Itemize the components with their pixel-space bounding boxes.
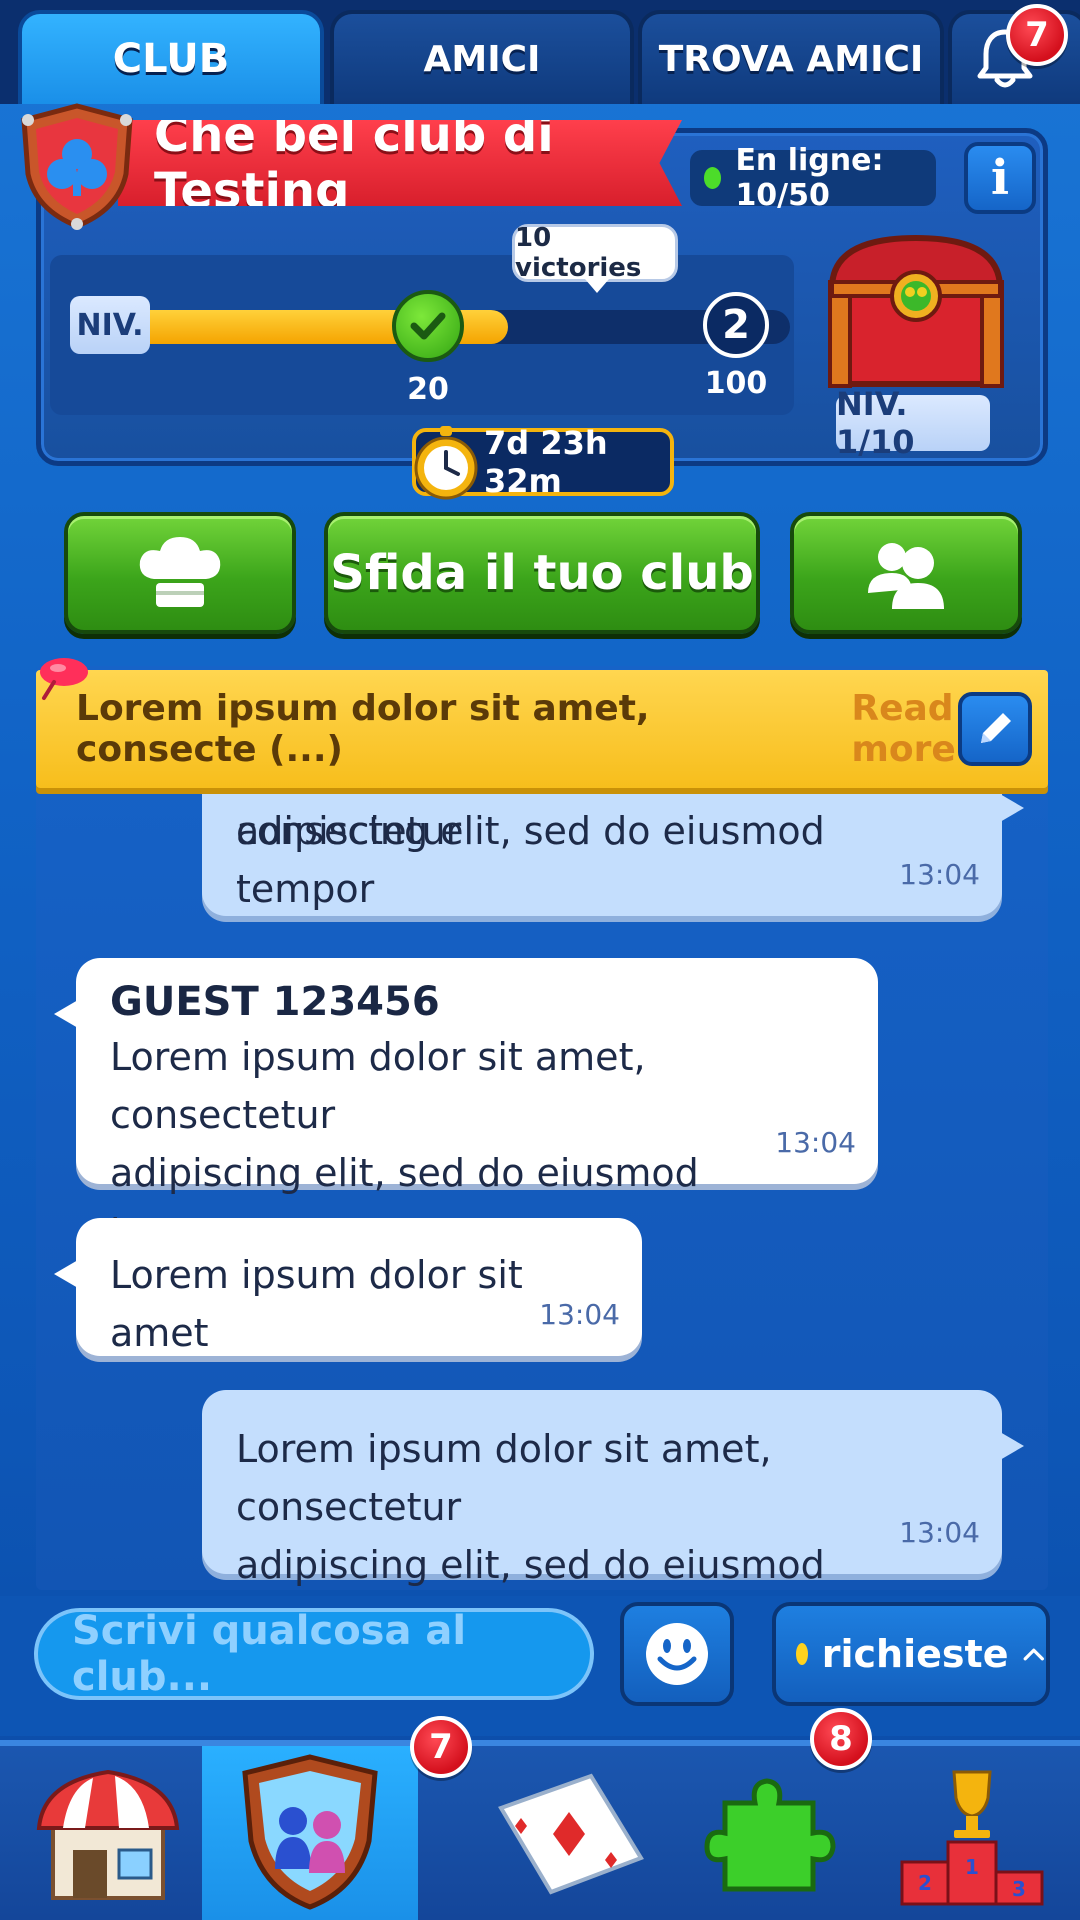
chest-level: NIV. 1/10 [836,385,915,461]
level-progress-bar [150,310,790,344]
message-line: Lorem ipsum dolor sit amet, consectetur [236,1427,772,1529]
tab-trova-amici[interactable]: TROVA AMICI [638,10,944,104]
tab-club[interactable]: CLUB [18,10,324,104]
max-value: 100 [704,366,768,401]
nav-puzzle[interactable] [662,1746,878,1920]
online-status: En ligne: 10/50 [690,143,936,213]
puzzle-nav-badge: 8 [810,1708,872,1770]
svg-text:1: 1 [965,1855,979,1879]
pencil-icon [981,713,1011,743]
chevron-up-icon [1024,1648,1045,1661]
online-count: En ligne: 10/50 [735,143,884,213]
stopwatch-icon [414,426,478,500]
milestone-value: 20 [407,372,449,407]
message-time: 13:04 [899,1516,980,1549]
pinned-text: Lorem ipsum dolor sit amet, consecte (..… [76,688,650,770]
milestone-check [392,290,464,362]
message-line: Lorem ipsum dolor sit amet [110,1253,523,1355]
info-icon: i [990,150,1010,206]
top-tab-bar: CLUB AMICI TROVA AMICI 7 [0,0,1080,104]
chest-level-label: NIV. 1/10 [836,385,990,461]
level-label-text: NIV. [76,307,144,343]
chef-hat-icon [139,537,221,607]
chat-message-other: Lorem ipsum dolor sit amet 13:04 [54,1218,642,1356]
members-icon [868,543,944,609]
message-time: 13:04 [775,1126,856,1159]
requests-button[interactable]: richieste [772,1602,1050,1706]
challenge-club-button[interactable]: Sfida il tuo club [324,512,760,634]
victories-text: 10 victories [515,223,642,283]
notifications-count: 7 [1025,15,1049,55]
edit-pinned-button[interactable] [958,692,1032,766]
smiley-icon [646,1623,708,1685]
chat-message-mine: Lorem ipsum dolor sit amet, consectetur … [202,1390,1024,1587]
podium-icon: 1 2 3 [900,1770,1044,1906]
tab-amici-label: AMICI [423,38,541,80]
message-time: 13:04 [539,1298,620,1331]
puzzle-nav-badge-count: 8 [829,1719,853,1759]
treasure-chest-icon[interactable] [816,232,1016,392]
info-button[interactable]: i [964,142,1036,214]
message-author: GUEST 123456 [110,979,440,1025]
svg-text:3: 3 [1012,1877,1026,1901]
chat-input-placeholder: Scrivi qualcosa al club... [72,1608,467,1700]
requests-label: richieste [821,1632,1009,1676]
pinned-message[interactable]: Lorem ipsum dolor sit amet, consecte (..… [36,670,1048,788]
chat-panel[interactable]: Lorem ipsum dolor sit amet, consectetur … [36,666,1048,1590]
club-shield-icon [21,103,133,230]
emoji-button[interactable] [620,1602,734,1706]
chef-button[interactable] [64,512,296,634]
nav-cards[interactable] [458,1746,674,1920]
message-time: 13:04 [899,858,980,891]
chat-message-input[interactable]: Scrivi qualcosa al club... [34,1608,594,1700]
level-label: NIV. [70,296,150,354]
cards-icon [498,1773,644,1895]
tab-amici[interactable]: AMICI [330,10,634,104]
message-line: adipiscing elit, sed do eiusmod tempor [236,1543,825,1587]
club-icon [242,1754,378,1910]
challenge-club-label: Sfida il tuo club [330,545,754,601]
nav-shop[interactable] [0,1746,216,1920]
notifications-badge: 7 [1006,4,1068,66]
club-name: Che bel club di Testing [154,107,554,219]
club-name-ribbon: Che bel club di Testing [118,120,682,206]
puzzle-icon [704,1778,836,1892]
victories-tooltip: 10 victories [512,223,678,293]
svg-text:2: 2 [918,1871,932,1895]
timer-text: 7d 23h 32m [484,424,608,500]
members-button[interactable] [790,512,1022,634]
shop-icon [36,1769,180,1900]
tab-club-label: CLUB [112,36,230,82]
pin-icon [40,658,88,700]
online-dot [704,167,722,189]
check-icon [410,312,446,340]
message-line: Lorem ipsum dolor sit amet, consectetur [110,1035,646,1137]
next-level: 2 [722,302,750,348]
requests-dot [796,1643,808,1665]
next-level-node: 2 [703,292,769,358]
nav-club[interactable] [202,1746,418,1920]
tab-trova-amici-label: TROVA AMICI [658,38,924,80]
club-screen: CLUB AMICI TROVA AMICI 7 Che bel club di… [0,0,1080,1920]
nav-leaderboard[interactable]: 1 2 3 [864,1746,1080,1920]
chat-message-other: GUEST 123456 Lorem ipsum dolor sit amet,… [54,958,878,1253]
club-nav-badge-count: 7 [429,1727,453,1767]
